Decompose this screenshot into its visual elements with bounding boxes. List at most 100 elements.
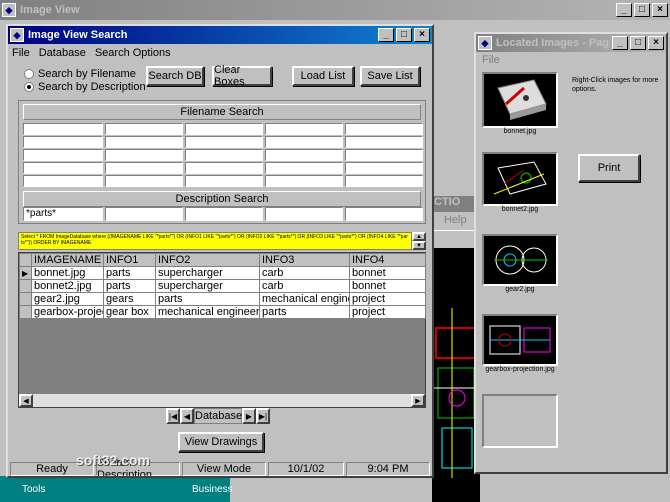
column-header[interactable]: INFO1 <box>103 253 156 267</box>
filename-field[interactable] <box>185 123 263 135</box>
table-cell[interactable]: bonnet <box>349 279 426 293</box>
located-menu-file[interactable]: File <box>482 54 500 66</box>
table-row[interactable]: gearbox-projection.jpgear boxmechanical … <box>19 305 426 319</box>
filename-field[interactable] <box>105 123 183 135</box>
last-record-icon[interactable]: ▶| <box>256 408 270 424</box>
sql-scroll-up-icon[interactable]: ▲ <box>412 232 426 241</box>
filename-field[interactable] <box>265 136 343 148</box>
table-cell[interactable]: gear2.jpg <box>31 292 104 306</box>
column-header[interactable]: IMAGENAME <box>31 253 104 267</box>
filename-field[interactable] <box>23 123 103 135</box>
menu-file[interactable]: File <box>12 47 30 59</box>
filename-field[interactable] <box>265 149 343 161</box>
table-cell[interactable]: supercharger <box>155 266 260 280</box>
table-cell[interactable]: carb <box>259 279 350 293</box>
radio-search-filename[interactable]: Search by Filename <box>24 68 136 80</box>
filename-field[interactable] <box>23 149 103 161</box>
table-row[interactable]: ▶ bonnet.jpg parts supercharger carb bonnet <box>19 266 426 280</box>
first-record-icon[interactable]: |◀ <box>166 408 180 424</box>
maximize-icon[interactable]: □ <box>634 3 650 17</box>
menu-search-options[interactable]: Search Options <box>95 47 171 59</box>
table-row[interactable]: gear2.jpggearspartsmechanical engineerir… <box>19 292 426 306</box>
next-record-icon[interactable]: ▶ <box>242 408 256 424</box>
row-selector[interactable] <box>19 292 32 306</box>
table-cell[interactable]: mechanical engineering <box>155 305 260 319</box>
thumbnail-empty[interactable] <box>482 394 558 448</box>
filename-field[interactable] <box>105 136 183 148</box>
table-cell[interactable]: parts <box>103 279 156 293</box>
filename-field[interactable] <box>105 162 183 174</box>
table-cell[interactable]: bonnet2.jpg <box>31 279 104 293</box>
table-cell[interactable]: bonnet <box>349 266 426 280</box>
view-drawings-button[interactable]: View Drawings <box>178 432 264 452</box>
maximize-icon[interactable]: □ <box>630 36 646 50</box>
row-selector[interactable] <box>19 305 32 319</box>
minimize-icon[interactable]: _ <box>616 3 632 17</box>
thumbnail-bonnet[interactable] <box>482 72 558 128</box>
table-cell[interactable]: parts <box>155 292 260 306</box>
radio-search-description[interactable]: Search by Description <box>24 81 146 93</box>
taskbar-tools[interactable]: Tools <box>22 484 45 495</box>
save-list-button[interactable]: Save List <box>360 66 420 86</box>
filename-field[interactable] <box>185 175 263 187</box>
sql-scroll-down-icon[interactable]: ▼ <box>412 241 426 250</box>
filename-field[interactable] <box>345 175 423 187</box>
current-row-indicator-icon[interactable]: ▶ <box>19 266 32 280</box>
filename-field[interactable] <box>265 162 343 174</box>
scroll-left-icon[interactable]: ◀ <box>19 394 33 407</box>
filename-field[interactable] <box>105 149 183 161</box>
filename-field[interactable] <box>105 175 183 187</box>
row-selector[interactable] <box>19 279 32 293</box>
maximize-icon[interactable]: □ <box>396 28 412 42</box>
filename-field[interactable] <box>345 123 423 135</box>
table-cell[interactable]: mechanical engineerir <box>259 292 350 306</box>
thumbnail-gear2[interactable] <box>482 234 558 286</box>
search-db-button[interactable]: Search DB <box>146 66 204 86</box>
table-cell[interactable]: parts <box>259 305 350 319</box>
close-icon[interactable]: × <box>652 3 668 17</box>
print-button[interactable]: Print <box>578 154 640 182</box>
column-header[interactable]: INFO3 <box>259 253 350 267</box>
filename-field[interactable] <box>23 162 103 174</box>
description-field[interactable] <box>185 207 263 221</box>
filename-field[interactable] <box>345 162 423 174</box>
description-field[interactable] <box>265 207 343 221</box>
filename-field[interactable] <box>23 136 103 148</box>
table-cell[interactable]: carb <box>259 266 350 280</box>
table-cell[interactable]: gears <box>103 292 156 306</box>
column-header[interactable]: INFO2 <box>155 253 260 267</box>
filename-field[interactable] <box>185 162 263 174</box>
clear-boxes-button[interactable]: Clear Boxes <box>212 64 272 88</box>
filename-field[interactable] <box>265 175 343 187</box>
filename-field[interactable] <box>23 175 103 187</box>
column-header[interactable]: INFO4 <box>349 253 426 267</box>
table-cell[interactable]: parts <box>103 266 156 280</box>
description-field[interactable] <box>105 207 183 221</box>
scroll-right-icon[interactable]: ▶ <box>411 394 425 407</box>
thumbnail-bonnet2[interactable] <box>482 152 558 206</box>
filename-field[interactable] <box>185 136 263 148</box>
table-cell[interactable]: gearbox-projection.jp <box>31 305 104 319</box>
previous-record-icon[interactable]: ◀ <box>180 408 194 424</box>
description-field[interactable]: *parts* <box>23 207 103 221</box>
description-field[interactable] <box>345 207 423 221</box>
menu-database[interactable]: Database <box>39 47 86 59</box>
table-cell[interactable]: supercharger <box>155 279 260 293</box>
load-list-button[interactable]: Load List <box>292 66 354 86</box>
table-cell[interactable]: gear box <box>103 305 156 319</box>
filename-field[interactable] <box>185 149 263 161</box>
filename-field[interactable] <box>345 136 423 148</box>
taskbar-business[interactable]: Business <box>192 484 233 495</box>
table-row[interactable]: bonnet2.jpg parts supercharger carb bonnet <box>19 279 426 293</box>
table-cell[interactable]: project <box>349 292 426 306</box>
sql-query-box[interactable]: Select * FROM ImageDatabase where ((IMAG… <box>18 232 412 250</box>
table-cell[interactable]: bonnet.jpg <box>31 266 104 280</box>
filename-field[interactable] <box>265 123 343 135</box>
minimize-icon[interactable]: _ <box>378 28 394 42</box>
minimize-icon[interactable]: _ <box>612 36 628 50</box>
table-cell[interactable]: project <box>349 305 426 319</box>
horizontal-scrollbar[interactable]: ◀ ▶ <box>19 393 425 407</box>
filename-field[interactable] <box>345 149 423 161</box>
close-icon[interactable]: × <box>648 36 664 50</box>
thumbnail-gearbox-projection[interactable] <box>482 314 558 366</box>
